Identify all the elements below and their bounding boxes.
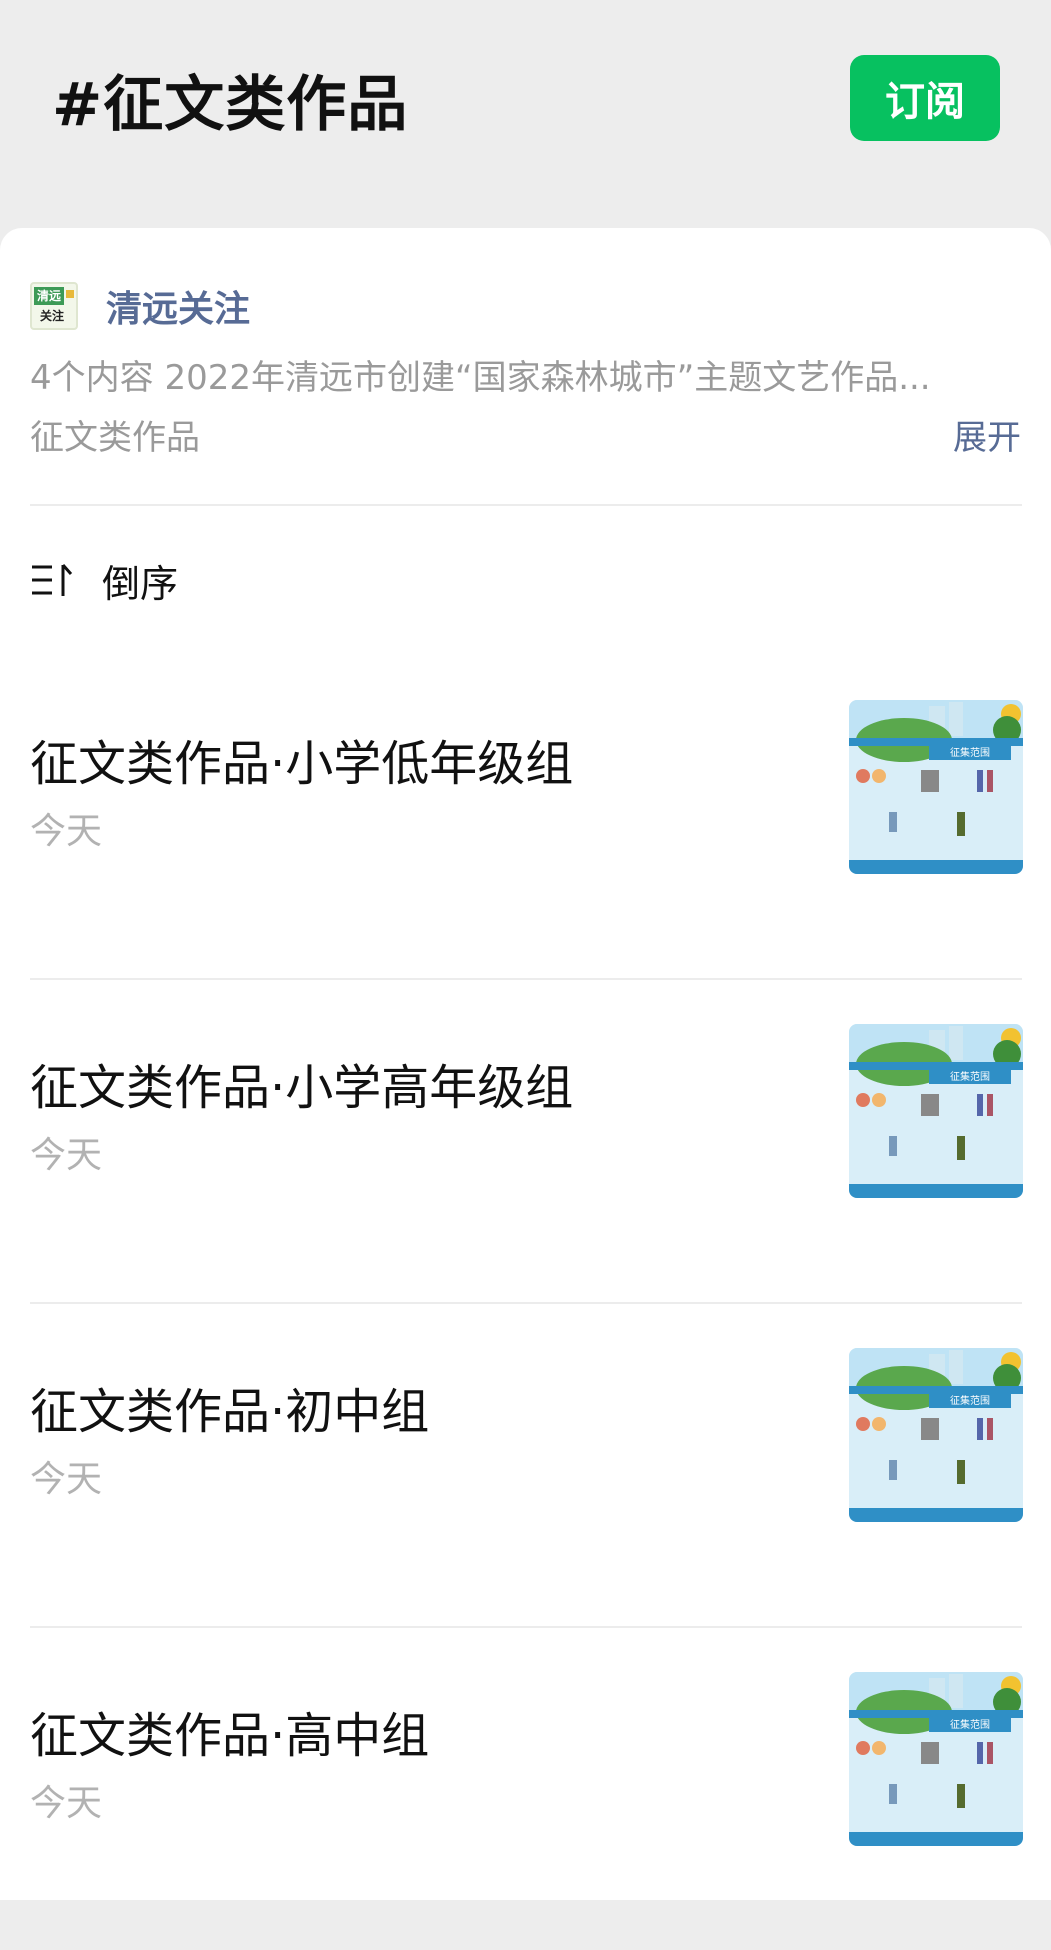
thumb-caption: 征集范围 xyxy=(950,1394,990,1407)
thumb-caption: 征集范围 xyxy=(950,1718,990,1731)
item-date: 今天 xyxy=(30,1459,103,1500)
item-thumbnail[interactable]: 征集范围 xyxy=(849,700,1023,874)
list-item[interactable]: 征文类作品·小学高年级组 今天 征集范围 xyxy=(0,978,1051,1302)
logo-dot xyxy=(66,290,74,298)
sort-order-icon xyxy=(32,564,73,596)
account-logo-icon: 清远 关注 xyxy=(30,282,78,330)
account-name[interactable]: 清远关注 xyxy=(106,280,250,332)
subscribe-button[interactable]: 订阅 xyxy=(850,55,1000,141)
list-item[interactable]: 征文类作品·初中组 今天 征集范围 xyxy=(0,1302,1051,1626)
sort-label: 倒序 xyxy=(102,561,179,606)
account-row[interactable]: 清远 关注 清远关注 xyxy=(30,276,250,336)
top-header: #征文类作品 订阅 xyxy=(0,0,1051,228)
item-thumbnail[interactable]: 征集范围 xyxy=(849,1348,1023,1522)
item-date: 今天 xyxy=(30,1135,103,1176)
item-title[interactable]: 征文类作品·初中组 xyxy=(30,1372,429,1442)
item-date: 今天 xyxy=(30,811,103,852)
list-item[interactable]: 征文类作品·小学低年级组 今天 征集范围 xyxy=(0,654,1051,978)
collection-description: 4个内容 2022年清远市创建“国家森林城市”主题文艺作品... xyxy=(30,358,931,398)
item-thumbnail[interactable]: 征集范围 xyxy=(849,1672,1023,1846)
item-title[interactable]: 征文类作品·小学低年级组 xyxy=(30,724,573,794)
content-card: 清远 关注 清远关注 4个内容 2022年清远市创建“国家森林城市”主题文艺作品… xyxy=(0,228,1051,1900)
collection-description-continued: 征文类作品 xyxy=(30,418,200,458)
logo-text-top: 清远 xyxy=(34,287,64,305)
item-title[interactable]: 征文类作品·高中组 xyxy=(30,1696,429,1766)
sort-toggle[interactable]: 倒序 xyxy=(30,550,178,610)
thumb-caption: 征集范围 xyxy=(950,1070,990,1083)
expand-link[interactable]: 展开 xyxy=(953,410,1021,459)
item-date: 今天 xyxy=(30,1783,103,1824)
item-title[interactable]: 征文类作品·小学高年级组 xyxy=(30,1048,573,1118)
logo-text-bottom: 关注 xyxy=(40,309,65,323)
page-title: #征文类作品 xyxy=(52,70,409,140)
thumb-caption: 征集范围 xyxy=(950,746,990,759)
item-thumbnail[interactable]: 征集范围 xyxy=(849,1024,1023,1198)
list-item[interactable]: 征文类作品·高中组 今天 征集范围 xyxy=(0,1626,1051,1950)
divider xyxy=(30,504,1022,506)
